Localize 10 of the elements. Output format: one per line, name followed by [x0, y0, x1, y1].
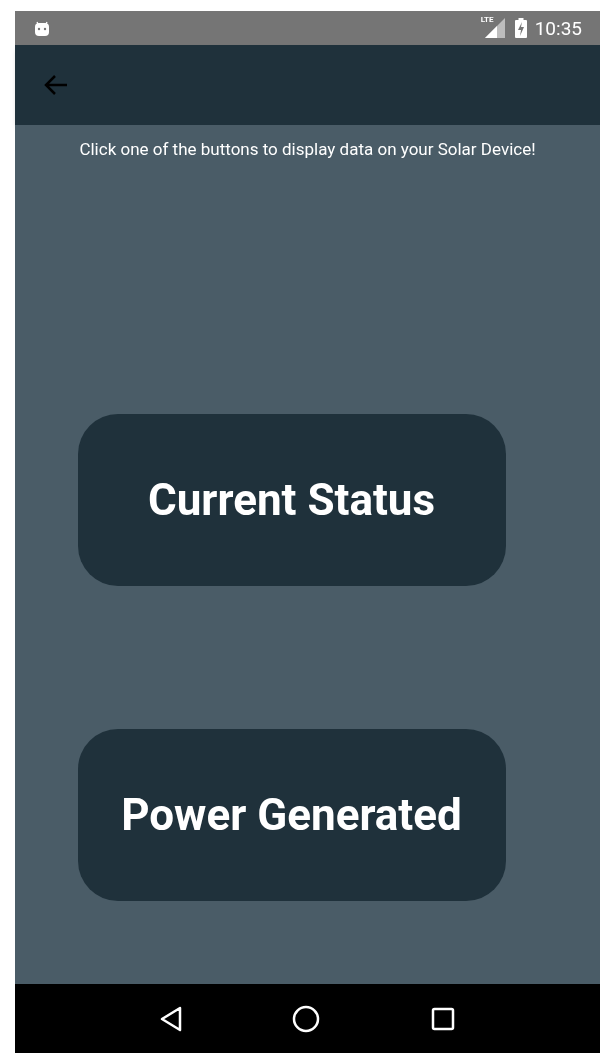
android-robot-icon	[33, 19, 51, 37]
back-arrow-icon	[43, 73, 69, 97]
battery-charging-icon	[514, 18, 527, 38]
clock-time: 10:35	[534, 18, 582, 38]
menu-button[interactable]: Power Generated	[77, 728, 506, 901]
back-triangle-icon[interactable]	[160, 1005, 183, 1032]
recents-square-icon[interactable]	[430, 1006, 455, 1031]
instruction-text: Click one of the buttons to display data on your Solar Device!	[79, 138, 536, 161]
menu-button[interactable]: Current Status	[77, 413, 506, 586]
home-circle-icon[interactable]	[292, 1004, 321, 1033]
